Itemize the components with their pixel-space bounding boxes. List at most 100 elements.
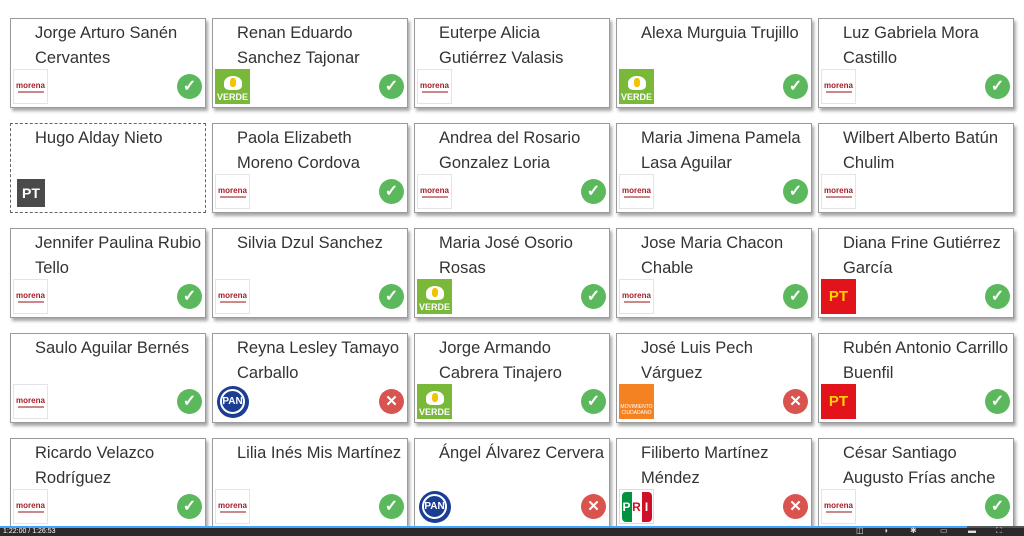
morena-logo-icon: morena [821, 174, 856, 209]
verde-logo-icon: VERDE [417, 279, 452, 314]
check-icon: ✓ [783, 179, 808, 204]
check-icon: ✓ [783, 74, 808, 99]
legislator-card: Renan Eduardo Sanchez Tajonar VERDE ✓ [212, 18, 408, 108]
morena-logo-icon: morena [821, 69, 856, 104]
legislator-card: Wilbert Alberto Batún Chulim morena [818, 123, 1014, 213]
morena-logo-icon: morena [13, 489, 48, 524]
check-icon: ✓ [177, 74, 202, 99]
pt-logo-icon: PT [821, 384, 856, 419]
legislator-name: Ángel Álvarez Cervera [439, 444, 605, 462]
check-icon: ✓ [379, 74, 404, 99]
check-icon: ✓ [985, 389, 1010, 414]
morena-logo-icon: morena [417, 174, 452, 209]
legislator-name: Ricardo Velazco Rodríguez [35, 444, 155, 487]
progress-track[interactable] [0, 526, 1024, 528]
x-icon: ✕ [783, 389, 808, 414]
legislator-card: Andrea del Rosario Gonzalez Loria morena ✓ [414, 123, 610, 213]
volume-icon[interactable]: ◗ [884, 526, 889, 536]
morena-logo-icon: morena [417, 69, 452, 104]
check-icon: ✓ [581, 284, 606, 309]
pt-logo-icon: PT [821, 279, 856, 314]
x-icon: ✕ [581, 494, 606, 519]
legislator-card: Jorge Armando Cabrera Tinajero VERDE ✓ [414, 333, 610, 423]
check-icon: ✓ [783, 284, 808, 309]
check-icon: ✓ [985, 284, 1010, 309]
legislator-card: Ricardo Velazco Rodríguez morena ✓ [10, 438, 206, 528]
legislator-card: Maria José Osorio Rosas VERDE ✓ [414, 228, 610, 318]
morena-logo-icon: morena [13, 69, 48, 104]
check-icon: ✓ [581, 389, 606, 414]
settings-gear-icon[interactable]: ✱ [910, 526, 917, 536]
playback-time: 1:22:00 / 1:26:53 [3, 528, 56, 535]
check-icon: ✓ [379, 179, 404, 204]
x-icon: ✕ [783, 494, 808, 519]
check-icon: ✓ [379, 494, 404, 519]
check-icon: ✓ [581, 179, 606, 204]
legislator-name: Lilia Inés Mis Martínez [237, 444, 402, 462]
check-icon: ✓ [379, 284, 404, 309]
legislator-name: Saulo Aguilar Bernés [35, 339, 190, 357]
check-icon: ✓ [177, 494, 202, 519]
vote-grid: Jorge Arturo Sanén Cervantes morena ✓ Renan… [10, 18, 1014, 528]
legislator-name: Jose Maria Chacon Chable [641, 234, 784, 277]
miniplayer-icon[interactable]: ▭ [940, 526, 948, 536]
legislator-name: Maria José Osorio Rosas [439, 234, 573, 277]
legislator-card: Rubén Antonio Carrillo Buenfil PT ✓ [818, 333, 1014, 423]
morena-logo-icon: morena [619, 279, 654, 314]
legislator-name: Andrea del Rosario Gonzalez Loria [439, 129, 581, 172]
pri-logo-icon: PRI [619, 489, 654, 524]
check-icon: ✓ [985, 74, 1010, 99]
legislator-name: Wilbert Alberto Batún Chulim [843, 129, 998, 172]
legislator-name: Rubén Antonio Carrillo Buenfil [843, 339, 1009, 382]
legislator-card: Filiberto Martínez Méndez P R I ✕ [616, 438, 812, 528]
legislator-card: Jose Maria Chacon Chable morena ✓ [616, 228, 812, 318]
movimiento-ciudadano-logo-icon: MOVIMIENTO CIUDADANO [619, 384, 654, 419]
x-icon: ✕ [379, 389, 404, 414]
legislator-name: Jennifer Paulina Rubio Tello [35, 234, 202, 277]
progress-fill [0, 526, 967, 528]
legislator-card: Saulo Aguilar Bernés morena ✓ [10, 333, 206, 423]
verde-logo-icon: VERDE [619, 69, 654, 104]
check-icon: ✓ [177, 284, 202, 309]
legislator-name: Maria Jimena Pamela Lasa Aguilar [641, 129, 801, 172]
check-icon: ✓ [177, 389, 202, 414]
legislator-card: Alexa Murguia Trujillo VERDE ✓ [616, 18, 812, 108]
pt-logo-icon: PT [17, 179, 45, 207]
legislator-card: Diana Frine Gutiérrez García PT ✓ [818, 228, 1014, 318]
morena-logo-icon: morena [821, 489, 856, 524]
legislator-card: Paola Elizabeth Moreno Cordova morena ✓ [212, 123, 408, 213]
legislator-card: Hugo Alday Nieto PT [10, 123, 206, 213]
legislator-card: Lilia Inés Mis Martínez morena ✓ [212, 438, 408, 528]
legislator-name: Luz Gabriela Mora Castillo [843, 24, 979, 67]
legislator-card: Jorge Arturo Sanén Cervantes morena ✓ [10, 18, 206, 108]
legislator-card: Reyna Lesley Tamayo Carballo PAN ✕ [212, 333, 408, 423]
legislator-card: José Luis Pech Várguez MOVIMIENTO CIUDADA… [616, 333, 812, 423]
legislator-name: Reyna Lesley Tamayo Carballo [237, 339, 400, 382]
video-player-bar[interactable]: 1:22:00 / 1:26:53 ◫ ◗ ✱ ▭ ▬ ⛶ [0, 526, 1024, 536]
legislator-card: Silvia Dzul Sanchez morena ✓ [212, 228, 408, 318]
legislator-card: Maria Jimena Pamela Lasa Aguilar morena ✓ [616, 123, 812, 213]
legislator-name: Hugo Alday Nieto [35, 129, 163, 147]
legislator-name: Jorge Arturo Sanén Cervantes [35, 24, 178, 67]
check-icon: ✓ [985, 494, 1010, 519]
legislator-card: Ángel Álvarez Cervera PAN ✕ [414, 438, 610, 528]
subtitles-icon[interactable]: ◫ [856, 526, 864, 536]
verde-logo-icon: VERDE [417, 384, 452, 419]
legislator-name: Jorge Armando Cabrera Tinajero [439, 339, 562, 382]
legislator-card: Euterpe Alicia Gutiérrez Valasis morena [414, 18, 610, 108]
theater-mode-icon[interactable]: ▬ [968, 526, 976, 536]
legislator-name: Euterpe Alicia Gutiérrez Valasis [439, 24, 564, 67]
morena-logo-icon: morena [619, 174, 654, 209]
morena-logo-icon: morena [215, 279, 250, 314]
pan-logo-icon: PAN [417, 489, 452, 524]
legislator-name: César Santiago Augusto Frías anche [843, 444, 996, 487]
legislator-card: César Santiago Augusto Frías anche morena… [818, 438, 1014, 528]
verde-logo-icon: VERDE [215, 69, 250, 104]
morena-logo-icon: morena [13, 279, 48, 314]
fullscreen-icon[interactable]: ⛶ [996, 526, 1002, 536]
pan-logo-icon: PAN [215, 384, 250, 419]
legislator-name: Alexa Murguia Trujillo [641, 24, 799, 42]
morena-logo-icon: morena [215, 489, 250, 524]
legislator-card: Luz Gabriela Mora Castillo morena ✓ [818, 18, 1014, 108]
legislator-name: José Luis Pech Várguez [641, 339, 753, 382]
